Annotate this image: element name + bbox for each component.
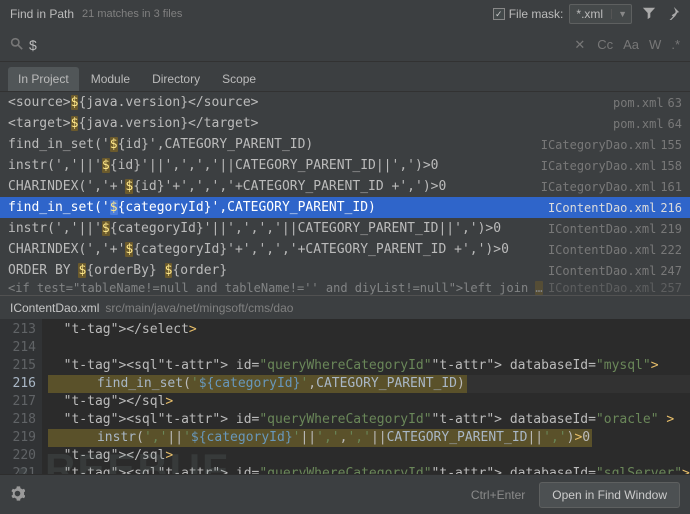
search-options: Cc Aa W .* bbox=[597, 37, 680, 52]
result-match: find_in_set('${categoryId}',CATEGORY_PAR… bbox=[8, 200, 548, 215]
result-row[interactable]: instr(','||'${categoryId}'||',',','||CAT… bbox=[0, 218, 690, 239]
match-case-aa-toggle[interactable]: Aa bbox=[623, 37, 639, 52]
gear-icon[interactable] bbox=[10, 486, 25, 504]
gutter-line: 215 bbox=[0, 357, 36, 375]
match-case-toggle[interactable]: Cc bbox=[597, 37, 613, 52]
breadcrumb: IContentDao.xml src/main/java/net/mingso… bbox=[0, 295, 690, 319]
result-row[interactable]: <source>${java.version}</source>pom.xml6… bbox=[0, 92, 690, 113]
result-match: CHARINDEX(','+'${categoryId}'+',',','+CA… bbox=[8, 242, 548, 257]
result-file-info: IContentDao.xml222 bbox=[548, 243, 682, 257]
gutter-line: 219 bbox=[0, 429, 36, 447]
match-count: 21 matches in 3 files bbox=[82, 8, 182, 20]
result-file-info: ICategoryDao.xml155 bbox=[541, 138, 682, 152]
shortcut-hint: Ctrl+Enter bbox=[471, 488, 525, 502]
result-match: <target>${java.version}</target> bbox=[8, 116, 613, 131]
result-row-truncated[interactable]: <if test="tableName!=null and tableName!… bbox=[0, 281, 690, 295]
code-area[interactable]: "t-tag"></select> "t-tag"><sql"t-attr"> … bbox=[42, 319, 690, 479]
result-match: CHARINDEX(','+'${id}'+',',','+CATEGORY_P… bbox=[8, 179, 541, 194]
code-line bbox=[48, 339, 690, 357]
file-mask-value: *.xml bbox=[576, 7, 603, 21]
result-file-info: pom.xml63 bbox=[613, 96, 682, 110]
regex-toggle[interactable]: .* bbox=[671, 37, 680, 52]
code-line: instr(','||'${categoryId}'||',',','||CAT… bbox=[48, 429, 690, 447]
code-line: "t-tag"></sql> bbox=[48, 447, 690, 465]
clear-search-icon[interactable]: ✕ bbox=[574, 37, 585, 53]
checkbox-icon: ✓ bbox=[493, 8, 505, 20]
file-mask-select[interactable]: *.xml ▼ bbox=[569, 4, 632, 24]
dialog-title: Find in Path bbox=[10, 7, 74, 21]
result-row[interactable]: CHARINDEX(','+'${id}'+',',','+CATEGORY_P… bbox=[0, 176, 690, 197]
tab-in-project[interactable]: In Project bbox=[8, 67, 79, 91]
result-row[interactable]: find_in_set('${categoryId}',CATEGORY_PAR… bbox=[0, 197, 690, 218]
open-in-find-window-button[interactable]: Open in Find Window bbox=[539, 482, 680, 508]
code-line: find_in_set('${categoryId}',CATEGORY_PAR… bbox=[48, 375, 690, 393]
result-file-info: IContentDao.xml247 bbox=[548, 264, 682, 278]
result-match: find_in_set('${id}',CATEGORY_PARENT_ID) bbox=[8, 137, 541, 152]
breadcrumb-path: src/main/java/net/mingsoft/cms/dao bbox=[105, 301, 293, 315]
results-list: <source>${java.version}</source>pom.xml6… bbox=[0, 92, 690, 295]
result-file-info: pom.xml64 bbox=[613, 117, 682, 131]
result-file-info: IContentDao.xml219 bbox=[548, 222, 682, 236]
result-match: <source>${java.version}</source> bbox=[8, 95, 613, 110]
chevron-down-icon: ▼ bbox=[611, 9, 627, 19]
filter-icon[interactable] bbox=[642, 6, 656, 23]
result-match: ORDER BY ${orderBy} ${order} bbox=[8, 263, 548, 278]
gutter-line: 214 bbox=[0, 339, 36, 357]
result-file-info: ICategoryDao.xml161 bbox=[541, 180, 682, 194]
gutter-line: 216 bbox=[0, 375, 36, 393]
result-row[interactable]: find_in_set('${id}',CATEGORY_PARENT_ID)I… bbox=[0, 134, 690, 155]
gutter-line: 218 bbox=[0, 411, 36, 429]
gutter-line: 220 bbox=[0, 447, 36, 465]
search-row: ✕ Cc Aa W .* bbox=[0, 28, 690, 62]
search-input[interactable] bbox=[29, 37, 574, 53]
footer: Ctrl+Enter Open in Find Window bbox=[0, 474, 690, 514]
file-mask-checkbox[interactable]: ✓ File mask: bbox=[493, 7, 564, 21]
tab-module[interactable]: Module bbox=[81, 67, 140, 91]
breadcrumb-file: IContentDao.xml bbox=[10, 301, 99, 315]
title-bar: Find in Path 21 matches in 3 files ✓ Fil… bbox=[0, 0, 690, 28]
result-file-info: IContentDao.xml216 bbox=[548, 201, 682, 215]
code-line: "t-tag"></sql> bbox=[48, 393, 690, 411]
pin-icon[interactable] bbox=[666, 6, 680, 23]
code-line: "t-tag"><sql"t-attr"> id="queryWhereCate… bbox=[48, 357, 690, 375]
code-line: "t-tag"><sql"t-attr"> id="queryWhereCate… bbox=[48, 411, 690, 429]
tab-scope[interactable]: Scope bbox=[212, 67, 266, 91]
result-file-info: ICategoryDao.xml158 bbox=[541, 159, 682, 173]
gutter-line: 213 bbox=[0, 321, 36, 339]
scope-tabs: In ProjectModuleDirectoryScope bbox=[0, 62, 690, 92]
file-mask-label: File mask: bbox=[509, 7, 564, 21]
tab-directory[interactable]: Directory bbox=[142, 67, 210, 91]
search-icon bbox=[10, 37, 23, 53]
result-row[interactable]: instr(','||'${id}'||',',','||CATEGORY_PA… bbox=[0, 155, 690, 176]
result-row[interactable]: <target>${java.version}</target>pom.xml6… bbox=[0, 113, 690, 134]
result-row[interactable]: ORDER BY ${orderBy} ${order}IContentDao.… bbox=[0, 260, 690, 281]
words-toggle[interactable]: W bbox=[649, 37, 661, 52]
editor-preview: 213214215216217218219220221 "t-tag"></se… bbox=[0, 319, 690, 479]
gutter-line: 217 bbox=[0, 393, 36, 411]
gutter: 213214215216217218219220221 bbox=[0, 319, 42, 479]
result-match: instr(','||'${categoryId}'||',',','||CAT… bbox=[8, 221, 548, 236]
result-row[interactable]: CHARINDEX(','+'${categoryId}'+',',','+CA… bbox=[0, 239, 690, 260]
result-match: instr(','||'${id}'||',',','||CATEGORY_PA… bbox=[8, 158, 541, 173]
code-line: "t-tag"></select> bbox=[48, 321, 690, 339]
